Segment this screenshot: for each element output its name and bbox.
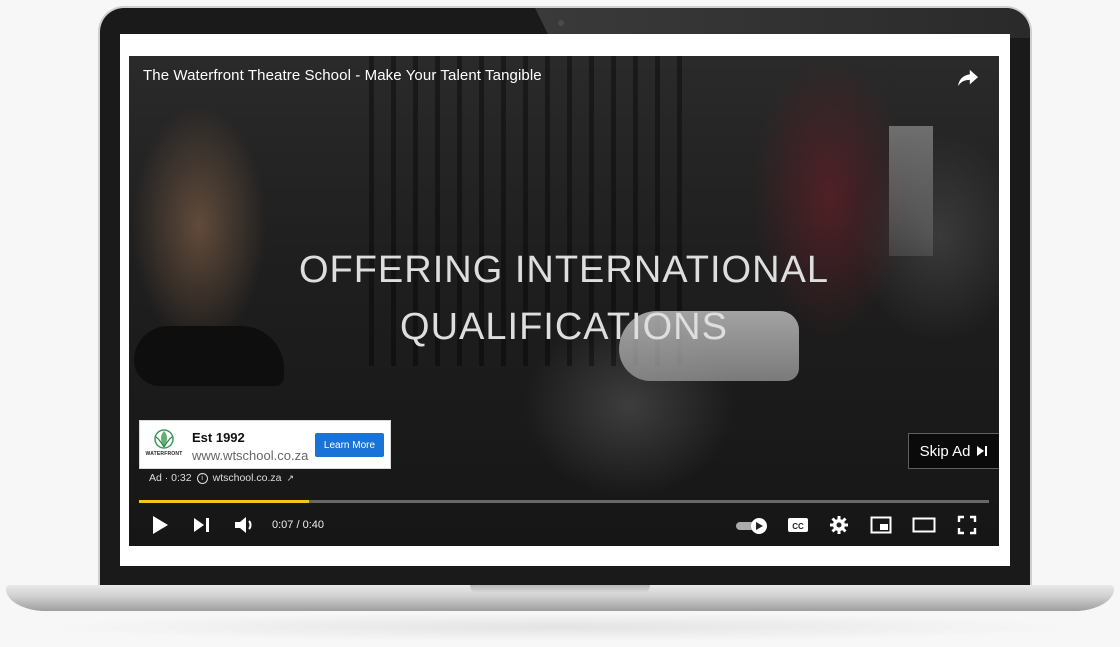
external-link-icon[interactable]: ↗ <box>287 473 295 484</box>
ad-info-bar: Ad · 0:32 i wtschool.co.za ↗ <box>149 472 294 484</box>
progress-bar-played <box>139 500 309 503</box>
video-title[interactable]: The Waterfront Theatre School - Make You… <box>143 67 542 84</box>
video-window-light <box>889 126 933 256</box>
ad-label: Ad · 0:32 <box>149 472 192 484</box>
video-player[interactable]: The Waterfront Theatre School - Make You… <box>129 56 999 546</box>
volume-icon[interactable] <box>234 515 256 535</box>
settings-icon[interactable] <box>829 515 849 535</box>
share-icon[interactable] <box>957 68 979 88</box>
player-controls: 0:07 / 0:40 CC <box>129 511 999 541</box>
skip-ad-label: Skip Ad <box>919 442 971 460</box>
video-overlay-text-line-1: OFFERING INTERNATIONAL <box>298 249 830 291</box>
autoplay-toggle-icon[interactable] <box>735 517 769 535</box>
skip-ad-button[interactable]: Skip Ad <box>908 433 999 469</box>
miniplayer-icon[interactable] <box>870 516 892 534</box>
webcam <box>558 20 564 26</box>
ad-title[interactable]: Est 1992 <box>192 430 245 445</box>
laptop-base-notch <box>470 585 650 593</box>
learn-more-button[interactable]: Learn More <box>315 433 384 457</box>
video-overlay-text-line-2: QUALIFICATIONS <box>400 306 728 348</box>
ad-url[interactable]: www.wtschool.co.za <box>192 448 308 463</box>
ad-site-link[interactable]: wtschool.co.za <box>213 472 282 484</box>
ad-card[interactable]: WATERFRONT Est 1992 www.wtschool.co.za L… <box>139 420 391 469</box>
svg-text:CC: CC <box>792 522 804 531</box>
info-icon[interactable]: i <box>196 472 208 484</box>
captions-icon[interactable]: CC <box>787 516 809 534</box>
next-icon[interactable] <box>193 516 211 534</box>
advertiser-logo-text: WATERFRONT <box>145 451 183 457</box>
laptop-shadow <box>40 612 1080 642</box>
time-display: 0:07 / 0:40 <box>272 519 324 531</box>
theater-icon[interactable] <box>912 516 936 534</box>
play-icon[interactable] <box>151 515 169 535</box>
advertiser-logo <box>154 429 174 449</box>
fullscreen-icon[interactable] <box>957 515 977 535</box>
skip-icon <box>977 446 988 456</box>
progress-bar[interactable] <box>139 500 989 503</box>
